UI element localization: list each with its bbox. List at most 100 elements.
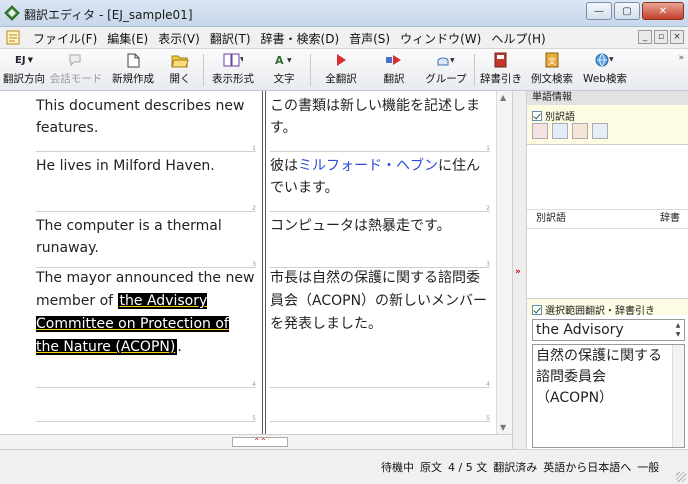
spinner-icon[interactable]: ▲ ▼	[673, 321, 683, 339]
status-bar: 待機中 原文 4 / 5 文 翻訳済み 英語から日本語へ 一般	[0, 449, 688, 484]
font-button[interactable]: A ▼ 文字	[264, 51, 304, 89]
toolbar-separator	[310, 54, 311, 86]
target-segment[interactable]: この書類は新しい機能を記述します。	[266, 95, 496, 139]
status-translated: 翻訳済み	[493, 461, 538, 474]
translate-all-button[interactable]: 全翻訳	[316, 51, 366, 89]
status-field: 一般	[637, 461, 660, 474]
segment-number: 1	[486, 145, 490, 152]
svg-text:▼: ▼	[287, 57, 292, 64]
target-column[interactable]: この書類は新しい機能を記述します。 1 彼はミルフォード・ヘブンに住んでいます。…	[266, 91, 496, 434]
translate-button[interactable]: 翻訳	[372, 51, 416, 89]
side-panel: 単語情報 別訳語 別訳語 辞書 選択範囲翻訳・辞書引き the Advisory…	[527, 91, 688, 449]
alt-translation-toggle[interactable]: 別訳語	[532, 108, 575, 123]
translation-direction-button[interactable]: EJ ▼ 翻訳方向	[2, 51, 46, 89]
segment-number: 4	[486, 381, 490, 388]
status-state: 待機中	[381, 461, 414, 474]
mdi-minimize-button[interactable]: _	[638, 30, 652, 44]
checkbox-checked[interactable]	[532, 110, 542, 121]
example-search-icon: 文	[544, 51, 560, 69]
segment-divider	[36, 211, 256, 212]
segment-divider	[270, 151, 490, 152]
alt-translation-table-header: 別訳語 辞書	[527, 209, 688, 229]
editor-vertical-scrollbar[interactable]: ▲ ▼	[496, 91, 512, 434]
split-toggle-icon[interactable]: ⌃⌃	[232, 437, 288, 447]
word-info-icon-4[interactable]	[592, 123, 608, 139]
word-info-icon-1[interactable]	[532, 123, 548, 139]
panel-splitter[interactable]: »	[512, 91, 527, 449]
toolbar-separator	[203, 54, 204, 86]
title-bar[interactable]: 翻訳エディタ - [EJ_sample01] — ▢ ✕	[0, 0, 688, 27]
segment-number: 2	[486, 205, 490, 212]
column-dictionary[interactable]: 辞書	[660, 210, 680, 228]
column-alt-translation[interactable]: 別訳語	[536, 210, 566, 228]
target-segment[interactable]: コンピュータは熱暴走です。	[266, 215, 496, 237]
group-button[interactable]: ▼ グループ	[420, 51, 472, 89]
menu-audio[interactable]: 音声(S)	[344, 30, 395, 47]
svg-text:▼: ▼	[240, 56, 243, 63]
segment-number: 2	[252, 205, 256, 212]
menu-file[interactable]: ファイル(F)	[28, 30, 102, 47]
mdi-restore-button[interactable]: ▫	[654, 30, 668, 44]
menu-help[interactable]: ヘルプ(H)	[486, 30, 550, 47]
source-column[interactable]: This document describes new features. 1 …	[0, 91, 262, 434]
new-document-button[interactable]: 新規作成	[108, 51, 158, 89]
segment-divider	[270, 387, 490, 388]
open-folder-icon	[171, 51, 189, 69]
globe-icon: ▼	[594, 51, 616, 69]
status-view: 原文	[420, 461, 442, 474]
svg-text:文: 文	[548, 56, 556, 66]
expand-arrow-icon[interactable]: »	[515, 267, 521, 277]
segment-number: 5	[252, 415, 256, 422]
minimize-button[interactable]: —	[586, 2, 612, 20]
word-info-box: 別訳語	[527, 105, 688, 145]
target-segment[interactable]: 彼はミルフォード・ヘブンに住んでいます。	[266, 155, 496, 199]
segment-divider	[270, 421, 490, 422]
toolbar-overflow-chevron[interactable]: »	[678, 53, 684, 63]
scroll-up-icon[interactable]: ▲	[500, 93, 506, 102]
mdi-close-button[interactable]: ×	[670, 30, 684, 44]
menu-window[interactable]: ウィンドウ(W)	[395, 30, 486, 47]
menu-edit[interactable]: 編集(E)	[102, 30, 153, 47]
svg-text:▼: ▼	[450, 57, 455, 64]
close-button[interactable]: ✕	[642, 2, 684, 20]
dictionary-lookup-button[interactable]: 辞書引き	[478, 51, 524, 89]
segment-divider	[36, 421, 256, 422]
menu-view[interactable]: 表示(V)	[153, 30, 205, 47]
menu-dictionary[interactable]: 辞書・検索(D)	[256, 30, 345, 47]
selection-input[interactable]: the Advisory ▲ ▼	[532, 319, 685, 341]
selection-translate-toggle[interactable]: 選択範囲翻訳・辞書引き	[532, 302, 655, 317]
app-icon	[4, 5, 20, 21]
source-segment[interactable]: The computer is a thermal runaway.	[0, 215, 262, 259]
direction-icon: EJ ▼	[15, 54, 33, 66]
status-position: 4 / 5 文	[448, 461, 488, 474]
source-segment[interactable]: This document describes new features.	[0, 95, 262, 139]
scroll-down-icon[interactable]: ▼	[500, 423, 506, 432]
web-search-button[interactable]: ▼ Web検索	[578, 51, 632, 89]
translation-editor[interactable]: This document describes new features. 1 …	[0, 91, 512, 449]
source-segment[interactable]: He lives in Milford Haven.	[0, 155, 262, 177]
display-format-button[interactable]: ▼ 表示形式	[208, 51, 258, 89]
group-icon: ▼	[435, 51, 457, 69]
toolbar-separator	[474, 54, 475, 86]
word-info-icon-3[interactable]	[572, 123, 588, 139]
new-document-icon	[127, 51, 140, 69]
open-button[interactable]: 開く	[162, 51, 198, 89]
proper-noun-text[interactable]: ミルフォード・ヘブン	[298, 158, 438, 174]
toolbar: EJ ▼ 翻訳方向 会話モード 新規作成 開く ▼ 表示形式 A ▼ 文字 全翻…	[0, 49, 688, 91]
target-segment[interactable]: 市長は自然の保護に関する諮問委員会（ACOPN）の新しいメンバーを発表しました。	[266, 267, 496, 336]
window-title: 翻訳エディタ - [EJ_sample01]	[24, 8, 193, 22]
word-info-icon-2[interactable]	[552, 123, 568, 139]
example-search-button[interactable]: 文 例文検索	[527, 51, 577, 89]
source-text: .	[177, 339, 182, 355]
selection-result: 自然の保護に関する諮問委員会（ACOPN）	[532, 344, 685, 448]
maximize-button[interactable]: ▢	[614, 2, 640, 20]
resize-grip-icon[interactable]	[676, 472, 686, 482]
checkbox-checked[interactable]	[532, 304, 542, 315]
selection-translate-header: 選択範囲翻訳・辞書引き	[527, 298, 688, 317]
result-scrollbar[interactable]	[672, 345, 684, 447]
menu-translate[interactable]: 翻訳(T)	[205, 30, 256, 47]
source-segment-selected[interactable]: The mayor announced the new member of th…	[0, 267, 262, 359]
segment-divider	[36, 387, 256, 388]
document-icon[interactable]	[6, 30, 20, 45]
conversation-mode-button[interactable]: 会話モード	[50, 51, 102, 89]
